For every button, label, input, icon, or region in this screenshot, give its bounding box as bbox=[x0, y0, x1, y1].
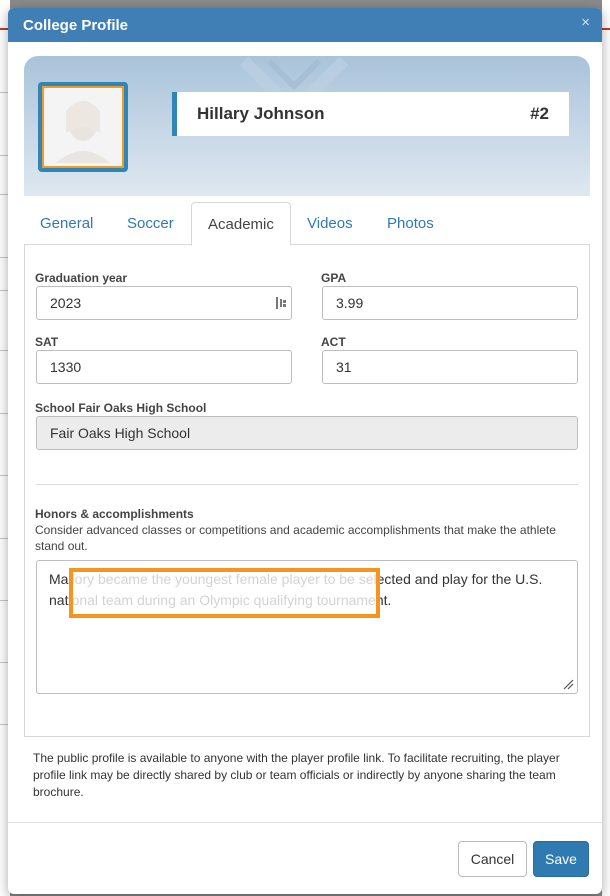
gpa-field[interactable]: 3.99 bbox=[322, 286, 578, 320]
modal-footer-divider bbox=[8, 822, 602, 823]
act-label: ACT bbox=[321, 335, 346, 349]
school-field: Fair Oaks High School bbox=[36, 416, 578, 450]
act-value: 31 bbox=[336, 359, 352, 375]
player-photo-placeholder bbox=[56, 101, 110, 163]
background-accent-line bbox=[602, 28, 610, 30]
school-label: School Fair Oaks High School bbox=[35, 401, 207, 415]
sat-value: 1330 bbox=[50, 359, 82, 375]
player-name-card: Hillary Johnson #2 bbox=[172, 92, 569, 136]
modal-header: College Profile × bbox=[8, 8, 602, 42]
background-page-right bbox=[602, 0, 610, 896]
close-icon[interactable]: × bbox=[581, 14, 590, 31]
public-profile-notice: The public profile is available to anyon… bbox=[33, 751, 560, 799]
graduation-year-value: 2023 bbox=[50, 295, 82, 311]
modal-title: College Profile bbox=[23, 16, 129, 34]
player-name: Hillary Johnson bbox=[197, 104, 325, 123]
graduation-year-field[interactable]: 2023 bbox=[36, 286, 292, 320]
graduation-year-label: Graduation year bbox=[35, 271, 128, 285]
school-value: Fair Oaks High School bbox=[50, 425, 191, 441]
jersey-number: #2 bbox=[530, 104, 549, 123]
player-photo bbox=[42, 86, 124, 168]
act-field[interactable]: 31 bbox=[322, 350, 578, 384]
sat-label: SAT bbox=[35, 335, 59, 349]
section-divider bbox=[36, 484, 578, 485]
resize-handle-icon[interactable] bbox=[562, 678, 574, 690]
honors-label: Honors & accomplishments bbox=[35, 507, 194, 521]
save-button[interactable]: Save bbox=[533, 841, 589, 877]
profile-tabs: General Soccer Academic Videos Photos bbox=[24, 202, 590, 246]
calendar-icon[interactable] bbox=[275, 295, 287, 311]
cancel-button[interactable]: Cancel bbox=[458, 841, 527, 877]
gpa-label: GPA bbox=[321, 271, 347, 285]
tab-photos[interactable]: Photos bbox=[387, 202, 434, 245]
tab-soccer[interactable]: Soccer bbox=[127, 202, 174, 245]
player-photo-frame[interactable] bbox=[38, 82, 128, 172]
tab-videos[interactable]: Videos bbox=[307, 202, 353, 245]
sat-field[interactable]: 1330 bbox=[36, 350, 292, 384]
tab-academic[interactable]: Academic bbox=[191, 202, 291, 246]
gpa-value: 3.99 bbox=[336, 295, 364, 311]
honors-helper-text: Consider advanced classes or competition… bbox=[35, 523, 556, 553]
tab-general[interactable]: General bbox=[40, 202, 93, 245]
highlight-annotation-box bbox=[69, 568, 380, 618]
